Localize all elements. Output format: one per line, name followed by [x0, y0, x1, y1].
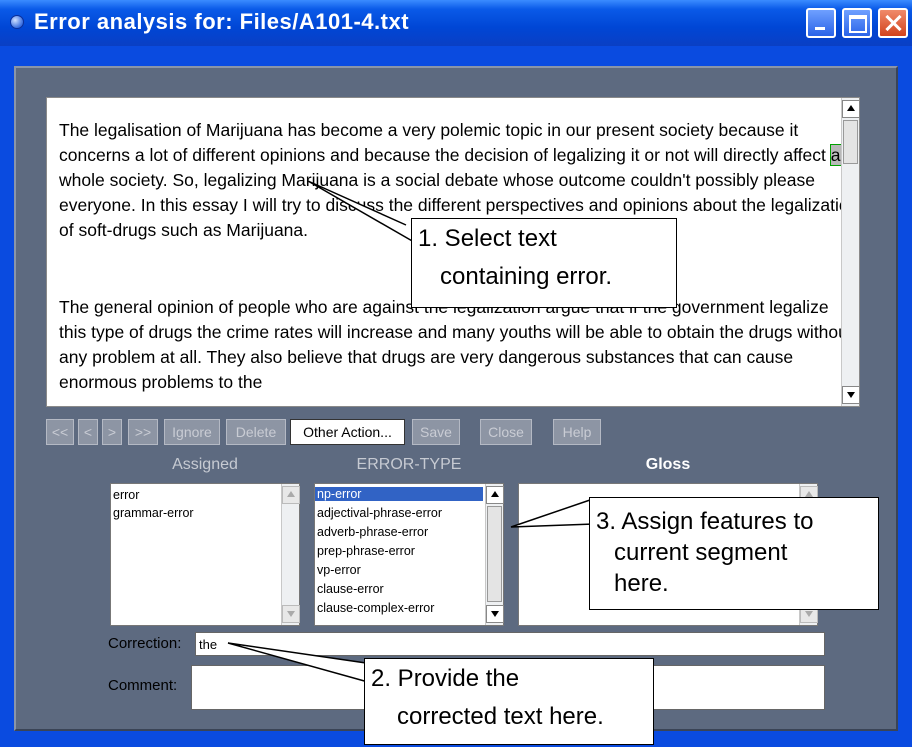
- callout-3-line-2: current segment: [614, 539, 788, 566]
- callout-2-pointer: [227, 642, 369, 683]
- callout-1-pointer: [307, 180, 415, 243]
- callout-1-line-2: containing error.: [440, 263, 613, 290]
- callout-1-line-1: 1. Select text: [418, 225, 557, 252]
- callout-3-line-3: here.: [614, 570, 669, 597]
- annotation-pointers: [227, 180, 595, 683]
- callout-3-line-1: 3. Assign features to: [596, 508, 814, 535]
- callout-provide-correction: 2. Provide the corrected text here.: [364, 658, 654, 745]
- callout-2-line-1: 2. Provide the: [371, 665, 520, 692]
- callout-select-text: 1. Select text containing error.: [411, 218, 677, 308]
- callout-2-line-2: corrected text here.: [397, 703, 604, 730]
- callout-assign-features: 3. Assign features to current segment he…: [589, 497, 879, 610]
- callout-3-pointer: [510, 499, 595, 528]
